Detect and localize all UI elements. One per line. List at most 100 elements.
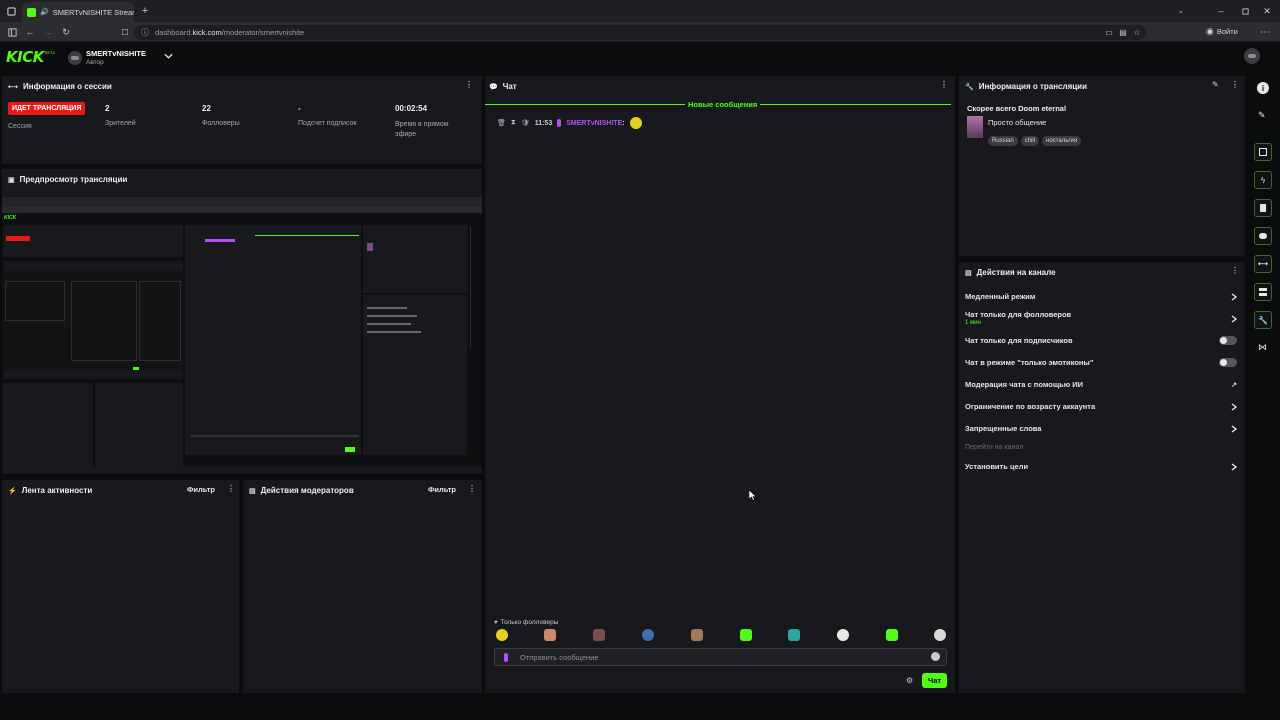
emote-4-icon[interactable] — [642, 629, 654, 641]
info-icon[interactable]: i — [1257, 82, 1269, 94]
chat-menu-icon[interactable]: ⋮ — [940, 80, 948, 89]
mod-actions-filter-button[interactable]: Фильтр — [428, 485, 456, 494]
sidebar-toggle-icon[interactable] — [5, 25, 19, 39]
user-avatar[interactable] — [1244, 48, 1260, 64]
followers-only-indicator: ♥ Только фолловеры — [494, 619, 558, 626]
chat-icon[interactable] — [1254, 227, 1272, 245]
lightning-icon[interactable]: ϟ — [1254, 171, 1272, 189]
preview-mini-nested — [3, 271, 183, 371]
channel-actions-menu-icon[interactable]: ⋮ — [1231, 266, 1239, 275]
screen-capture-icon[interactable] — [1254, 143, 1272, 161]
emote-chat-toggle[interactable] — [1219, 358, 1237, 367]
preview-video[interactable]: KICK — [2, 197, 482, 467]
stream-info-menu-icon[interactable]: ⋮ — [1231, 80, 1239, 89]
share-icon[interactable]: ⋈ — [1258, 342, 1267, 353]
age-restriction-row[interactable]: Ограничение по возрасту аккаунта — [965, 402, 1237, 411]
channel-avatar[interactable] — [68, 51, 82, 65]
emote-6-icon[interactable] — [740, 629, 752, 641]
document-icon[interactable] — [1254, 199, 1272, 217]
browser-menu-icon[interactable]: ⋯ — [1258, 25, 1272, 39]
goto-channel-row[interactable]: Перейти на канал — [965, 444, 1237, 451]
emote-3-icon[interactable] — [593, 629, 605, 641]
emote-8-icon[interactable] — [837, 629, 849, 641]
preview-icon: ▣ — [8, 176, 15, 184]
send-chat-button[interactable]: Чат — [922, 673, 947, 688]
subs-chat-toggle[interactable] — [1219, 336, 1237, 345]
followers-chat-row[interactable]: Чат только для фолловеров 1 мин — [965, 310, 1237, 326]
bookmark-page-icon[interactable]: ☐ — [118, 25, 132, 39]
tools-icon[interactable]: 🔧 — [1254, 311, 1272, 329]
ai-moderation-row[interactable]: Модерация чата с помощью ИИ ↗ — [965, 380, 1237, 389]
message-username[interactable]: SMERTvNISHITE: — [566, 120, 624, 127]
tag-chill[interactable]: chill — [1020, 136, 1040, 146]
channel-actions-header: ▤ Действия на канале — [965, 268, 1056, 277]
activity-feed-panel: ⚡ Лента активности Фильтр ⋮ — [2, 480, 239, 693]
mod-actions-menu-icon[interactable]: ⋮ — [468, 484, 476, 493]
new-tab-icon[interactable]: + — [138, 4, 152, 18]
chat-settings-icon[interactable]: ⚙ — [906, 676, 913, 685]
message-time: 11:53 — [534, 119, 553, 127]
close-window-icon[interactable]: ✕ — [1260, 4, 1274, 18]
audio-icon[interactable]: 🔊 — [40, 8, 49, 16]
set-goals-label: Установить цели — [965, 462, 1029, 471]
tab-list-chevron-icon[interactable]: ⌄ — [1174, 4, 1188, 18]
followers-chat-text: Чат только для фолловеров 1 мин — [965, 310, 1071, 326]
reload-icon[interactable]: ↻ — [59, 25, 73, 39]
emoji-picker-icon[interactable] — [931, 652, 940, 661]
chat-input[interactable]: Отправить сообщение — [494, 648, 947, 666]
emote-pepe-icon — [629, 117, 642, 129]
followers-chat-duration: 1 мин — [965, 320, 981, 326]
forward-icon[interactable]: → — [41, 25, 55, 39]
layout-icon[interactable] — [1254, 283, 1272, 301]
preview-mini-sidebar — [470, 227, 478, 347]
tag-nostalgia[interactable]: ностальгия — [1042, 136, 1082, 146]
tab-menu-icon[interactable] — [4, 4, 18, 18]
tag-russian[interactable]: Russian — [988, 136, 1018, 146]
broadcaster-badge-icon — [557, 119, 562, 127]
activity-menu-icon[interactable]: ⋮ — [227, 484, 235, 493]
browser-tab[interactable]: 🔊 SMERTvNISHITE Stream - K ✕ — [22, 2, 134, 22]
edit-pencil-icon[interactable]: ✎ — [1212, 80, 1219, 89]
chevron-right-icon — [1231, 315, 1237, 323]
user-avatar-image — [1248, 54, 1256, 58]
avatar-image — [71, 56, 79, 60]
site-info-icon[interactable]: ⓘ — [141, 27, 149, 38]
favorite-star-icon[interactable]: ☆ — [1130, 25, 1144, 39]
slow-mode-row[interactable]: Медленный режим — [965, 292, 1237, 301]
preview-mini-browserbar — [2, 197, 482, 207]
delete-icon[interactable]: 🗑 — [497, 119, 506, 127]
activity-filter-button[interactable]: Фильтр — [187, 485, 215, 494]
cast-icon[interactable]: ▭ — [1102, 25, 1116, 39]
set-goals-row[interactable]: Установить цели — [965, 462, 1237, 471]
chevron-down-icon[interactable] — [164, 53, 173, 60]
resize-icon[interactable]: ⟷ — [1254, 255, 1272, 273]
emote-1-icon[interactable] — [496, 629, 508, 641]
session-icon: ⟷ — [8, 83, 19, 91]
emote-2-icon[interactable] — [544, 629, 556, 641]
external-link-icon: ↗ — [1231, 381, 1237, 389]
mouse-cursor-icon — [749, 490, 757, 501]
preview-mini-chat — [185, 225, 361, 455]
signin-button[interactable]: ◉ Войти — [1206, 26, 1238, 37]
maximize-icon[interactable] — [1238, 4, 1252, 18]
emote-7-icon[interactable] — [788, 629, 800, 641]
new-messages-label: Новые сообщения — [685, 100, 761, 109]
minimize-icon[interactable]: – — [1214, 4, 1228, 18]
preview-mini-newline — [255, 235, 359, 236]
subs-value: - — [298, 104, 301, 113]
reader-icon[interactable]: ▤ — [1116, 25, 1130, 39]
session-info-title: Информация о сессии — [23, 82, 112, 91]
kick-logo[interactable]: KICK BETA — [6, 48, 55, 66]
chat-panel: 💬 Чат ⋮ Новые сообщения 🗑 ⧗ 🛡 11:53 SMER… — [485, 76, 955, 693]
session-menu-icon[interactable]: ⋮ — [465, 80, 473, 89]
back-icon[interactable]: ← — [23, 25, 37, 39]
timeout-icon[interactable]: ⧗ — [511, 119, 516, 127]
banned-words-row[interactable]: Запрещенные слова — [965, 424, 1237, 433]
ban-icon[interactable]: 🛡 — [521, 119, 530, 127]
emote-9-icon[interactable] — [886, 629, 898, 641]
channel-switcher[interactable]: SMERTvNISHITE Автор — [86, 49, 146, 66]
url-bar[interactable]: ⓘ dashboard.kick.com/moderator/smertvnis… — [134, 25, 1146, 40]
emote-10-icon[interactable] — [934, 629, 946, 641]
emote-5-icon[interactable] — [691, 629, 703, 641]
edit-icon[interactable]: ✎ — [1258, 110, 1266, 121]
